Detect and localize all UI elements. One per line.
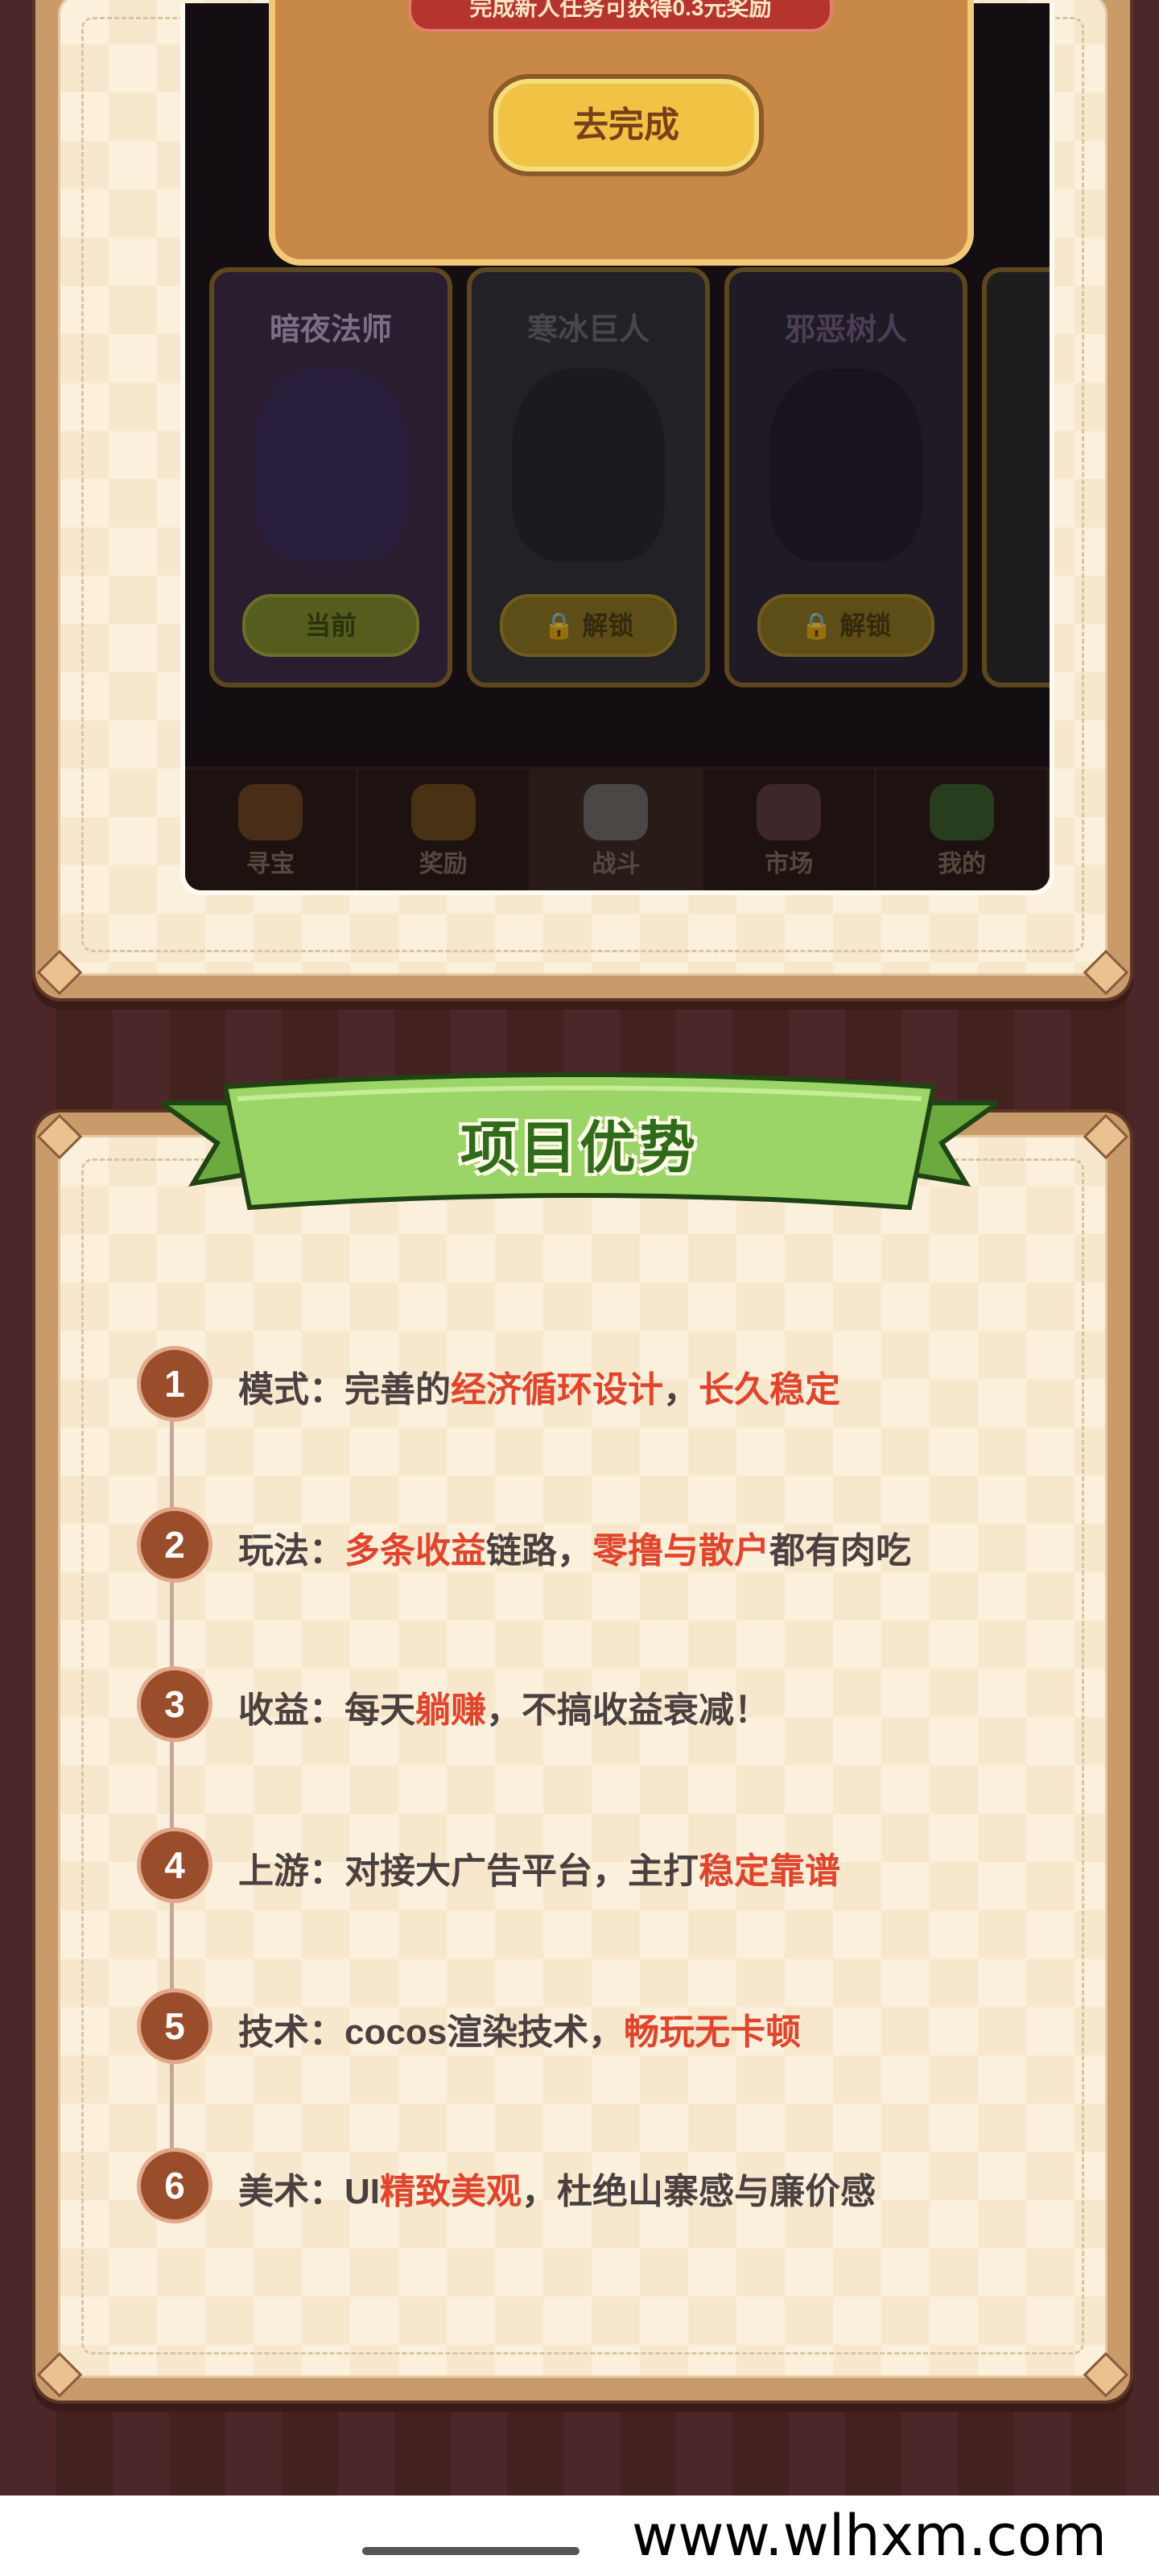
- text-highlight: 多条收益: [344, 1531, 486, 1571]
- task-popup: 完成新人任务可获得0.3元奖励 去完成: [269, 0, 974, 266]
- home-indicator[interactable]: [362, 2547, 580, 2555]
- text-highlight: 畅玩无卡顿: [624, 2013, 802, 2052]
- step-number: 5: [137, 1988, 212, 2064]
- text-normal: ，杜绝山寨感与廉价感: [522, 2172, 876, 2211]
- advantage-label: 玩法：: [238, 1531, 344, 1571]
- step-number: 3: [137, 1666, 212, 1742]
- section-title: 项目优势: [460, 1117, 699, 1179]
- advantage-label: 模式：: [238, 1370, 344, 1410]
- advantage-text: 美术：UI精致美观，杜绝山寨感与廉价感: [238, 2162, 876, 2214]
- timeline-line: [170, 1385, 174, 2190]
- advantage-label: 收益：: [238, 1690, 344, 1730]
- watermark-text: www.wlhxm.com: [580, 2496, 1159, 2576]
- text-normal: cocos渲染技术，: [344, 2013, 625, 2052]
- text-normal: 都有肉吃: [769, 1531, 911, 1571]
- text-normal: 链路，: [486, 1531, 592, 1571]
- text-highlight: 零撸与散户: [592, 1531, 769, 1571]
- advantage-text: 收益：每天躺赚，不搞收益衰减！: [238, 1681, 769, 1732]
- step-number: 1: [137, 1346, 212, 1422]
- advantage-item: 2 玩法：多条收益链路，零撸与散户都有肉吃: [137, 1507, 1022, 1587]
- advantage-text: 玩法：多条收益链路，零撸与散户都有肉吃: [238, 1521, 911, 1573]
- text-highlight: 躺赚: [415, 1690, 486, 1730]
- text-normal: 每天: [344, 1690, 415, 1730]
- text-highlight: 稳定靠谱: [699, 1852, 840, 1891]
- advantage-label: 上游：: [238, 1852, 344, 1891]
- advantage-label: 美术：: [238, 2172, 344, 2211]
- advantage-item: 4 上游：对接大广告平台，主打稳定靠谱: [137, 1827, 1022, 1908]
- advantage-item: 6 美术：UI精致美观，杜绝山寨感与廉价感: [137, 2148, 1022, 2228]
- step-number: 4: [137, 1827, 212, 1903]
- text-highlight: 精致美观: [380, 2172, 522, 2211]
- advantage-item: 3 收益：每天躺赚，不搞收益衰减！: [137, 1666, 1022, 1747]
- reward-tip: 完成新人任务可获得0.3元奖励: [408, 0, 833, 32]
- advantage-text: 技术：cocos渲染技术，畅玩无卡顿: [238, 2003, 801, 2054]
- text-highlight: 经济循环设计: [451, 1370, 663, 1410]
- text-normal: ，不搞收益衰减！: [486, 1690, 769, 1730]
- go-complete-button[interactable]: 去完成: [489, 74, 764, 176]
- text-normal: ，: [663, 1370, 699, 1410]
- advantage-text: 模式：完善的经济循环设计，长久稳定: [238, 1360, 840, 1412]
- advantage-item: 5 技术：cocos渲染技术，畅玩无卡顿: [137, 1988, 1022, 2069]
- preview-card: 暗夜法师 当前 寒冰巨人 🔒 解锁 邪恶树人 🔒 解锁 寻宝 奖励 战斗 市场 …: [32, 0, 1133, 1001]
- advantage-label: 技术：: [238, 2013, 344, 2052]
- step-number: 6: [137, 2148, 212, 2223]
- text-normal: UI: [344, 2172, 380, 2211]
- advantage-text: 上游：对接大广告平台，主打稳定靠谱: [238, 1842, 840, 1893]
- section-ribbon: 项目优势: [153, 1063, 1006, 1232]
- text-highlight: 长久稳定: [699, 1370, 840, 1410]
- text-normal: 对接大广告平台，主打: [344, 1852, 699, 1891]
- advantage-item: 1 模式：完善的经济循环设计，长久稳定: [137, 1346, 1022, 1426]
- step-number: 2: [137, 1507, 212, 1583]
- text-normal: 完善的: [344, 1370, 451, 1410]
